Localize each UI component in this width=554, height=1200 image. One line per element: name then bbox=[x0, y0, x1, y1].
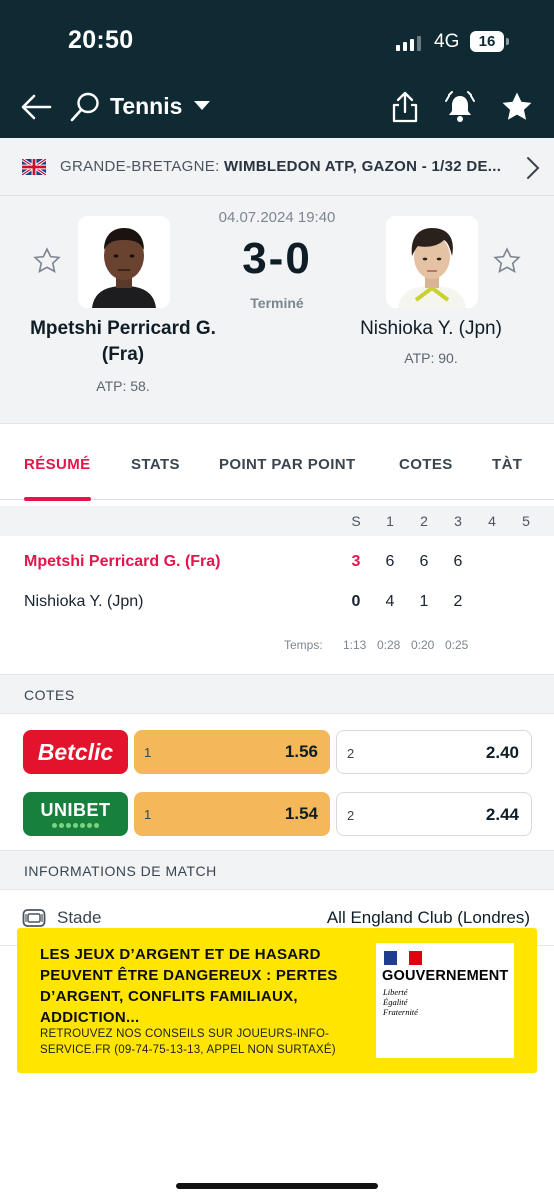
home-name-line2: (Fra) bbox=[101, 344, 145, 365]
row-set1: 4 bbox=[385, 593, 395, 610]
table-row[interactable]: Nishioka Y. (Jpn) 0 4 1 2 bbox=[0, 582, 554, 622]
active-tab-indicator bbox=[24, 497, 91, 501]
uk-flag-icon bbox=[22, 158, 46, 175]
odd-label: 2 bbox=[347, 746, 355, 761]
nav-bar: Tennis bbox=[0, 82, 554, 132]
league-name: WIMBLEDON ATP, GAZON - 1/32 DE... bbox=[224, 158, 502, 175]
motto-line: Liberté bbox=[383, 987, 408, 997]
warning-subtext: RETROUVEZ NOS CONSEILS SUR JOUEURS-INFO-… bbox=[40, 1028, 336, 1056]
league-title: GRANDE-BRETAGNE: WIMBLEDON ATP, GAZON - … bbox=[60, 158, 501, 175]
row-player-name: Mpetshi Perricard G. (Fra) bbox=[24, 553, 221, 570]
betclic-logo[interactable]: Betclic bbox=[23, 730, 128, 774]
away-odd-button[interactable]: 2 2.44 bbox=[336, 792, 532, 836]
chevron-right-icon[interactable] bbox=[526, 156, 540, 180]
odds-section-title: COTES bbox=[0, 674, 554, 714]
home-indicator[interactable] bbox=[176, 1183, 378, 1189]
row-set2: 6 bbox=[419, 553, 429, 570]
alarm-bell-icon[interactable] bbox=[444, 90, 476, 124]
col-set1: 1 bbox=[386, 513, 394, 529]
row-sets: 3 bbox=[351, 553, 361, 570]
home-name-line1: Mpetshi Perricard G. bbox=[30, 318, 216, 339]
home-player-rank: ATP: 58. bbox=[96, 378, 150, 394]
gov-title: GOUVERNEMENT bbox=[382, 968, 509, 984]
favorite-star-icon[interactable] bbox=[500, 90, 534, 124]
gambling-warning-banner[interactable]: LES JEUX D’ARGENT ET DE HASARD PEUVENT Ê… bbox=[17, 928, 537, 1073]
tennis-racket-icon[interactable] bbox=[68, 90, 102, 124]
gouvernement-logo: GOUVERNEMENT Liberté Égalité Fraternité bbox=[376, 943, 514, 1058]
league-country: GRANDE-BRETAGNE: bbox=[60, 158, 220, 175]
status-bar: 20:50 4G 16 bbox=[0, 0, 554, 80]
unibet-wordmark: UNIBET bbox=[40, 800, 111, 820]
stadium-label: Stade bbox=[57, 908, 102, 927]
clock: 20:50 bbox=[68, 26, 134, 54]
battery-icon: 16 bbox=[470, 31, 509, 52]
odds-row-unibet: UNIBET 1 1.54 2 2.44 bbox=[0, 782, 554, 844]
away-player-name[interactable]: Nishioka Y. (Jpn) bbox=[318, 316, 544, 342]
network-type: 4G bbox=[434, 31, 460, 52]
share-icon[interactable] bbox=[390, 90, 420, 124]
table-row[interactable]: Mpetshi Perricard G. (Fra) 3 6 6 6 bbox=[0, 542, 554, 582]
col-set3: 3 bbox=[454, 513, 462, 529]
home-odd-button[interactable]: 1 1.56 bbox=[134, 730, 330, 774]
match-date: 04.07.2024 19:40 bbox=[218, 209, 336, 226]
match-score: 3-0 bbox=[242, 234, 312, 283]
league-bar[interactable]: GRANDE-BRETAGNE: WIMBLEDON ATP, GAZON - … bbox=[0, 138, 554, 196]
odd-value: 1.54 bbox=[284, 804, 318, 823]
french-flag-icon bbox=[384, 951, 423, 965]
match-header: 04.07.2024 19:40 3-0 Terminé Mpetshi Per… bbox=[0, 196, 554, 424]
stadium-value: All England Club (Londres) bbox=[326, 908, 530, 927]
col-sets: S bbox=[351, 513, 361, 529]
match-status: Terminé bbox=[250, 295, 304, 311]
time-label: Temps: bbox=[284, 638, 323, 652]
away-player-rank: ATP: 90. bbox=[404, 350, 458, 366]
motto-line: Égalité bbox=[383, 997, 408, 1007]
row-sets: 0 bbox=[351, 593, 361, 610]
stadium-icon bbox=[22, 909, 46, 927]
unibet-dots-icon bbox=[52, 823, 99, 828]
dropdown-caret-icon[interactable] bbox=[194, 101, 210, 110]
home-odd-button[interactable]: 1 1.54 bbox=[134, 792, 330, 836]
odd-label: 1 bbox=[144, 745, 152, 760]
home-player-name[interactable]: Mpetshi Perricard G. (Fra) bbox=[10, 316, 236, 368]
odd-value: 2.40 bbox=[485, 743, 519, 762]
tab-point-par-point[interactable]: POINT PAR POINT bbox=[219, 456, 356, 473]
odd-label: 2 bbox=[347, 808, 355, 823]
tab-bar: RÉSUMÉ STATS POINT PAR POINT COTES TÀT bbox=[0, 430, 554, 501]
warning-headline: LES JEUX D’ARGENT ET DE HASARD PEUVENT Ê… bbox=[40, 946, 338, 1026]
odd-value: 2.44 bbox=[485, 805, 519, 824]
row-set2: 1 bbox=[419, 593, 429, 610]
motto-line: Fraternité bbox=[383, 1007, 418, 1017]
away-odd-button[interactable]: 2 2.40 bbox=[336, 730, 532, 774]
sport-title[interactable]: Tennis bbox=[110, 93, 182, 120]
signal-icon bbox=[396, 36, 421, 51]
tab-stats[interactable]: STATS bbox=[131, 456, 180, 473]
time-total: 1:13 bbox=[343, 638, 367, 652]
row-set1: 6 bbox=[385, 553, 395, 570]
time-set3: 0:25 bbox=[445, 638, 469, 652]
scoreboard-header: S 1 2 3 4 5 bbox=[0, 506, 554, 536]
unibet-logo[interactable]: UNIBET bbox=[23, 792, 128, 836]
tab-cotes[interactable]: COTES bbox=[399, 456, 453, 473]
match-info-section-title: INFORMATIONS DE MATCH bbox=[0, 850, 554, 890]
odds-row-betclic: Betclic 1 1.56 2 2.40 bbox=[0, 720, 554, 782]
row-player-name: Nishioka Y. (Jpn) bbox=[24, 593, 144, 610]
time-set2: 0:20 bbox=[411, 638, 435, 652]
gov-motto: Liberté Égalité Fraternité bbox=[383, 987, 418, 1017]
row-set3: 6 bbox=[453, 553, 463, 570]
back-arrow-icon[interactable] bbox=[20, 92, 52, 122]
col-set4: 4 bbox=[488, 513, 496, 529]
col-set5: 5 bbox=[522, 513, 530, 529]
odd-label: 1 bbox=[144, 807, 152, 822]
set-durations: Temps: 1:13 0:28 0:20 0:25 bbox=[0, 622, 554, 674]
tab-resume[interactable]: RÉSUMÉ bbox=[24, 456, 91, 473]
row-set3: 2 bbox=[453, 593, 463, 610]
col-set2: 2 bbox=[420, 513, 428, 529]
odd-value: 1.56 bbox=[284, 742, 318, 761]
app-header: 20:50 4G 16 Tennis bbox=[0, 0, 554, 138]
tab-tat[interactable]: TÀT bbox=[492, 456, 522, 473]
time-set1: 0:28 bbox=[377, 638, 401, 652]
